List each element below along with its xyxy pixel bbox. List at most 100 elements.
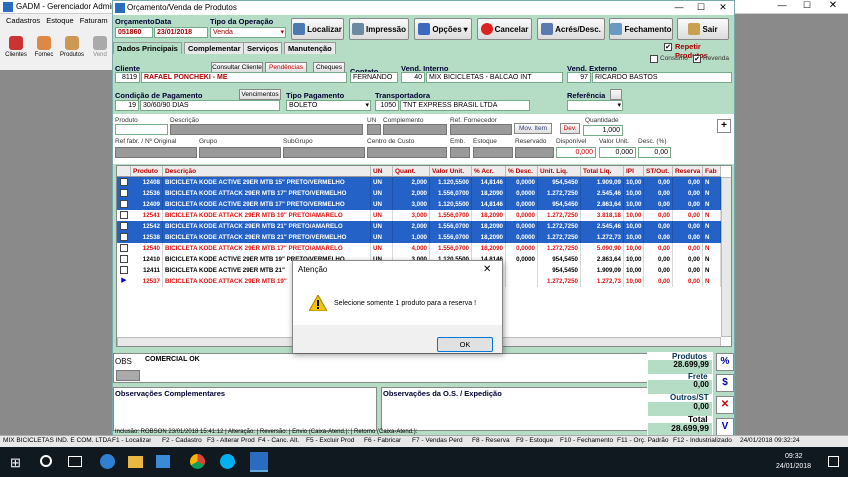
tab-manutencao[interactable]: Manutenção	[284, 42, 336, 54]
row-select-checkbox[interactable]: ✔	[120, 233, 128, 241]
cancelar-button[interactable]: Cancelar	[477, 18, 532, 40]
row-select-checkbox[interactable]	[120, 255, 128, 263]
col-header[interactable]: % Acr.	[472, 166, 506, 177]
transp-cod-field[interactable]: 1050	[375, 100, 399, 111]
fkey-f6[interactable]: F6 - Fabricar	[364, 435, 401, 446]
table-row[interactable]: ✔ 12408 BICICLETA KODE ACTIVE 29ER MTB 15"…	[117, 177, 731, 188]
search-icon[interactable]	[40, 455, 52, 467]
maximize-icon[interactable]: ☐	[795, 0, 819, 11]
task-view-icon[interactable]	[68, 456, 82, 467]
table-row[interactable]: 12540 BICICLETA KODE ATTACK 29ER MTB 17" …	[117, 243, 731, 254]
confirm-button[interactable]: V	[716, 418, 734, 436]
shortcut-vend[interactable]: Vend	[88, 36, 112, 58]
col-header[interactable]: Total Liq.	[581, 166, 624, 177]
table-row[interactable]: ✔ 12536 BICICLETA KODE ATTACK 29ER MTB 17"…	[117, 188, 731, 199]
modal-close-icon[interactable]: ✕	[483, 264, 491, 275]
fkey-f10[interactable]: F10 - Fechamento	[560, 435, 613, 446]
cond-desc-field[interactable]: 30/60/90 DIAS	[140, 100, 280, 111]
produto-field[interactable]	[115, 124, 168, 135]
col-header-select[interactable]	[117, 166, 131, 177]
dialog-close-icon[interactable]: ✕	[712, 1, 734, 15]
referencia-select[interactable]: ▾	[567, 100, 623, 111]
fkey-f8[interactable]: F8 - Reserva	[472, 435, 510, 446]
cond-cod-field[interactable]: 19	[115, 100, 139, 111]
impressao-button[interactable]: Impressão	[349, 18, 409, 40]
repetir-checkbox[interactable]: ✔	[664, 43, 672, 51]
row-select-checkbox[interactable]: ▶	[120, 277, 128, 285]
vend-int-nome-field[interactable]: MIX BICICLETAS - BALCAO INT	[426, 72, 563, 83]
tab-servicos[interactable]: Serviços	[243, 42, 283, 54]
fkey-f7[interactable]: F7 - Vendas Perd	[412, 435, 463, 446]
vend-int-cod-field[interactable]: 40	[401, 72, 425, 83]
opcoes-button[interactable]: Opções ▾	[414, 18, 472, 40]
contato-field[interactable]: FERNANDO	[350, 72, 398, 83]
fkey-f9[interactable]: F9 - Estoque	[516, 435, 553, 446]
localizar-button[interactable]: Localizar	[291, 18, 344, 40]
modal-ok-button[interactable]: OK	[437, 337, 493, 352]
cliente-cod-field[interactable]: 8119	[115, 72, 140, 83]
fechamento-button[interactable]: Fechamento	[609, 18, 673, 40]
valor-unit-field[interactable]: 0,000	[599, 147, 636, 158]
col-header[interactable]: ST/Out.	[644, 166, 673, 177]
col-header[interactable]: % Desc.	[506, 166, 538, 177]
dialog-maximize-icon[interactable]: ☐	[690, 1, 712, 15]
col-header[interactable]: Quant.	[393, 166, 430, 177]
col-header[interactable]: Produto	[131, 166, 163, 177]
chrome-icon[interactable]	[190, 454, 205, 469]
revenda-checkbox[interactable]: ✔	[693, 55, 701, 63]
shortcut-fornec[interactable]: Fornec	[32, 36, 56, 58]
tipo-operacao-select[interactable]: Venda ▾	[210, 27, 286, 38]
menu-estoque[interactable]: Estoque	[46, 16, 74, 25]
vend-ext-nome-field[interactable]: RICARDO BASTOS	[592, 72, 732, 83]
file-explorer-icon[interactable]	[128, 456, 143, 468]
tab-dados-principais[interactable]: Dados Principais	[113, 42, 182, 54]
menu-faturamento[interactable]: Faturam	[80, 16, 108, 25]
quantidade-field[interactable]: 1,000	[583, 125, 623, 136]
minimize-icon[interactable]: —	[770, 0, 794, 10]
table-row[interactable]: ✔ 12409 BICICLETA KODE ACTIVE 29ER MTB 17"…	[117, 199, 731, 210]
mov-item-button[interactable]: Mov. Item	[514, 123, 552, 134]
tab-complementar[interactable]: Complementar	[184, 42, 245, 54]
fkey-f1[interactable]: F1 - Localizar	[112, 435, 151, 446]
fkey-f2[interactable]: F2 - Cadastro	[162, 435, 202, 446]
percent-button[interactable]: %	[716, 353, 734, 371]
row-select-checkbox[interactable]	[120, 244, 128, 252]
shortcut-produtos[interactable]: Produtos	[60, 36, 84, 58]
obs-text[interactable]: COMERCIAL OK	[143, 355, 643, 381]
store-icon[interactable]	[156, 455, 170, 468]
col-header[interactable]: Valor Unit.	[430, 166, 472, 177]
row-select-checkbox[interactable]: ✔	[120, 189, 128, 197]
table-row[interactable]: ✔ 12542 BICICLETA KODE ATTACK 29ER MTB 21"…	[117, 221, 731, 232]
fkey-f12[interactable]: F12 - Industrializado	[673, 435, 737, 446]
col-header[interactable]: Unit. Liq.	[538, 166, 581, 177]
fkey-f5[interactable]: F5 - Excluir Prod	[306, 435, 354, 446]
add-product-button[interactable]: +	[717, 119, 731, 133]
windows-start-icon[interactable]: ⊞	[10, 456, 23, 469]
notifications-icon[interactable]	[828, 456, 839, 467]
grid-vscroll[interactable]	[721, 177, 731, 337]
transp-nome-field[interactable]: TNT EXPRESS BRASIL LTDA	[400, 100, 530, 111]
col-header[interactable]: UN	[371, 166, 393, 177]
row-select-checkbox[interactable]	[120, 211, 128, 219]
table-row[interactable]: 12541 BICICLETA KODE ATTACK 29ER MTB 19" …	[117, 210, 731, 221]
clear-button[interactable]: ✕	[716, 396, 734, 414]
dollar-button[interactable]: $	[716, 374, 734, 392]
fkey-f4[interactable]: F4 - Canc. Alt.	[258, 435, 299, 446]
fkey-f11[interactable]: F11 - Orç. Padrão	[617, 435, 669, 446]
consumo-checkbox[interactable]	[650, 55, 658, 63]
obs-button[interactable]	[116, 370, 140, 381]
dev-button[interactable]: Dev.	[560, 123, 580, 134]
sair-button[interactable]: Sair	[677, 18, 729, 40]
dialog-minimize-icon[interactable]: —	[668, 1, 690, 15]
col-header[interactable]: Fab	[703, 166, 721, 177]
row-select-checkbox[interactable]: ✔	[120, 178, 128, 186]
col-header[interactable]: Descrição	[163, 166, 371, 177]
row-select-checkbox[interactable]: ✔	[120, 222, 128, 230]
close-icon[interactable]: ✕	[820, 0, 846, 11]
referencia-button[interactable]	[610, 89, 622, 100]
edge-icon[interactable]	[100, 454, 115, 469]
data-field[interactable]: 23/01/2018	[154, 27, 208, 38]
gadm-taskbar-icon[interactable]	[250, 452, 268, 472]
table-row[interactable]: ✔ 12538 BICICLETA KODE ATTACK 29ER MTB 21"…	[117, 232, 731, 243]
cliente-nome-field[interactable]: RAFAEL PONCHEKI - ME	[141, 72, 347, 83]
